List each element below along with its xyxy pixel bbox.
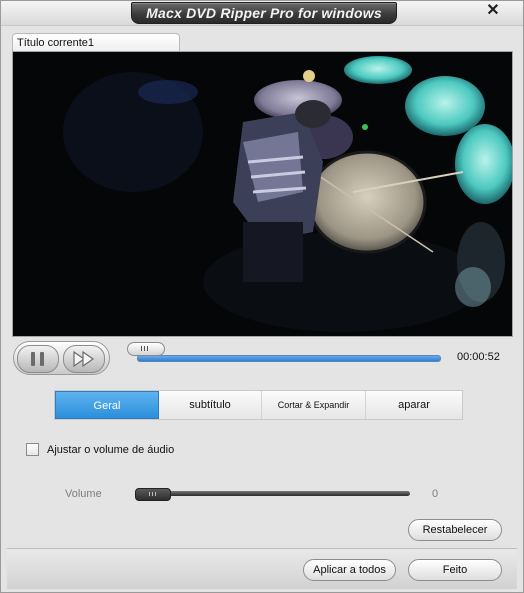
tab-trim[interactable]: aparar <box>366 391 462 419</box>
title-pill: Macx DVD Ripper Pro for windows <box>131 2 397 24</box>
playback-button-group <box>13 341 110 375</box>
dialog-window: Macx DVD Ripper Pro for windows ✕ Título… <box>0 0 524 593</box>
playback-time: 00:00:52 <box>457 351 500 363</box>
video-preview <box>12 51 513 337</box>
tab-current-title[interactable]: Título corrente1 <box>12 33 180 51</box>
apply-to-all-button[interactable]: Aplicar a todos <box>303 559 396 581</box>
volume-slider-handle[interactable] <box>135 488 171 501</box>
close-icon[interactable]: ✕ <box>485 3 501 19</box>
seek-bar[interactable] <box>137 355 441 362</box>
title-bar[interactable]: Macx DVD Ripper Pro for windows ✕ <box>1 1 523 26</box>
audio-volume-checkbox[interactable] <box>26 443 39 456</box>
done-button[interactable]: Feito <box>408 559 502 581</box>
audio-volume-checkbox-label: Ajustar o volume de áudio <box>47 444 175 456</box>
fast-forward-button[interactable] <box>63 345 105 373</box>
seek-handle[interactable] <box>127 342 165 356</box>
settings-tabs: Geral subtítulo Cortar & Expandir aparar <box>54 390 463 420</box>
volume-label: Volume <box>65 488 102 500</box>
playback-controls: 00:00:52 <box>11 339 516 377</box>
volume-value: 0 <box>432 488 439 500</box>
video-frame-image <box>13 52 512 336</box>
pause-button[interactable] <box>17 345 59 373</box>
reset-button[interactable]: Restabelecer <box>408 519 502 541</box>
volume-slider-track[interactable] <box>135 491 410 496</box>
tab-general[interactable]: Geral <box>55 391 159 419</box>
tab-crop-expand[interactable]: Cortar & Expandir <box>262 391 366 419</box>
window-title: Macx DVD Ripper Pro for windows <box>146 5 382 21</box>
tab-subtitle[interactable]: subtítulo <box>159 391 262 419</box>
fast-forward-icon <box>73 351 95 367</box>
